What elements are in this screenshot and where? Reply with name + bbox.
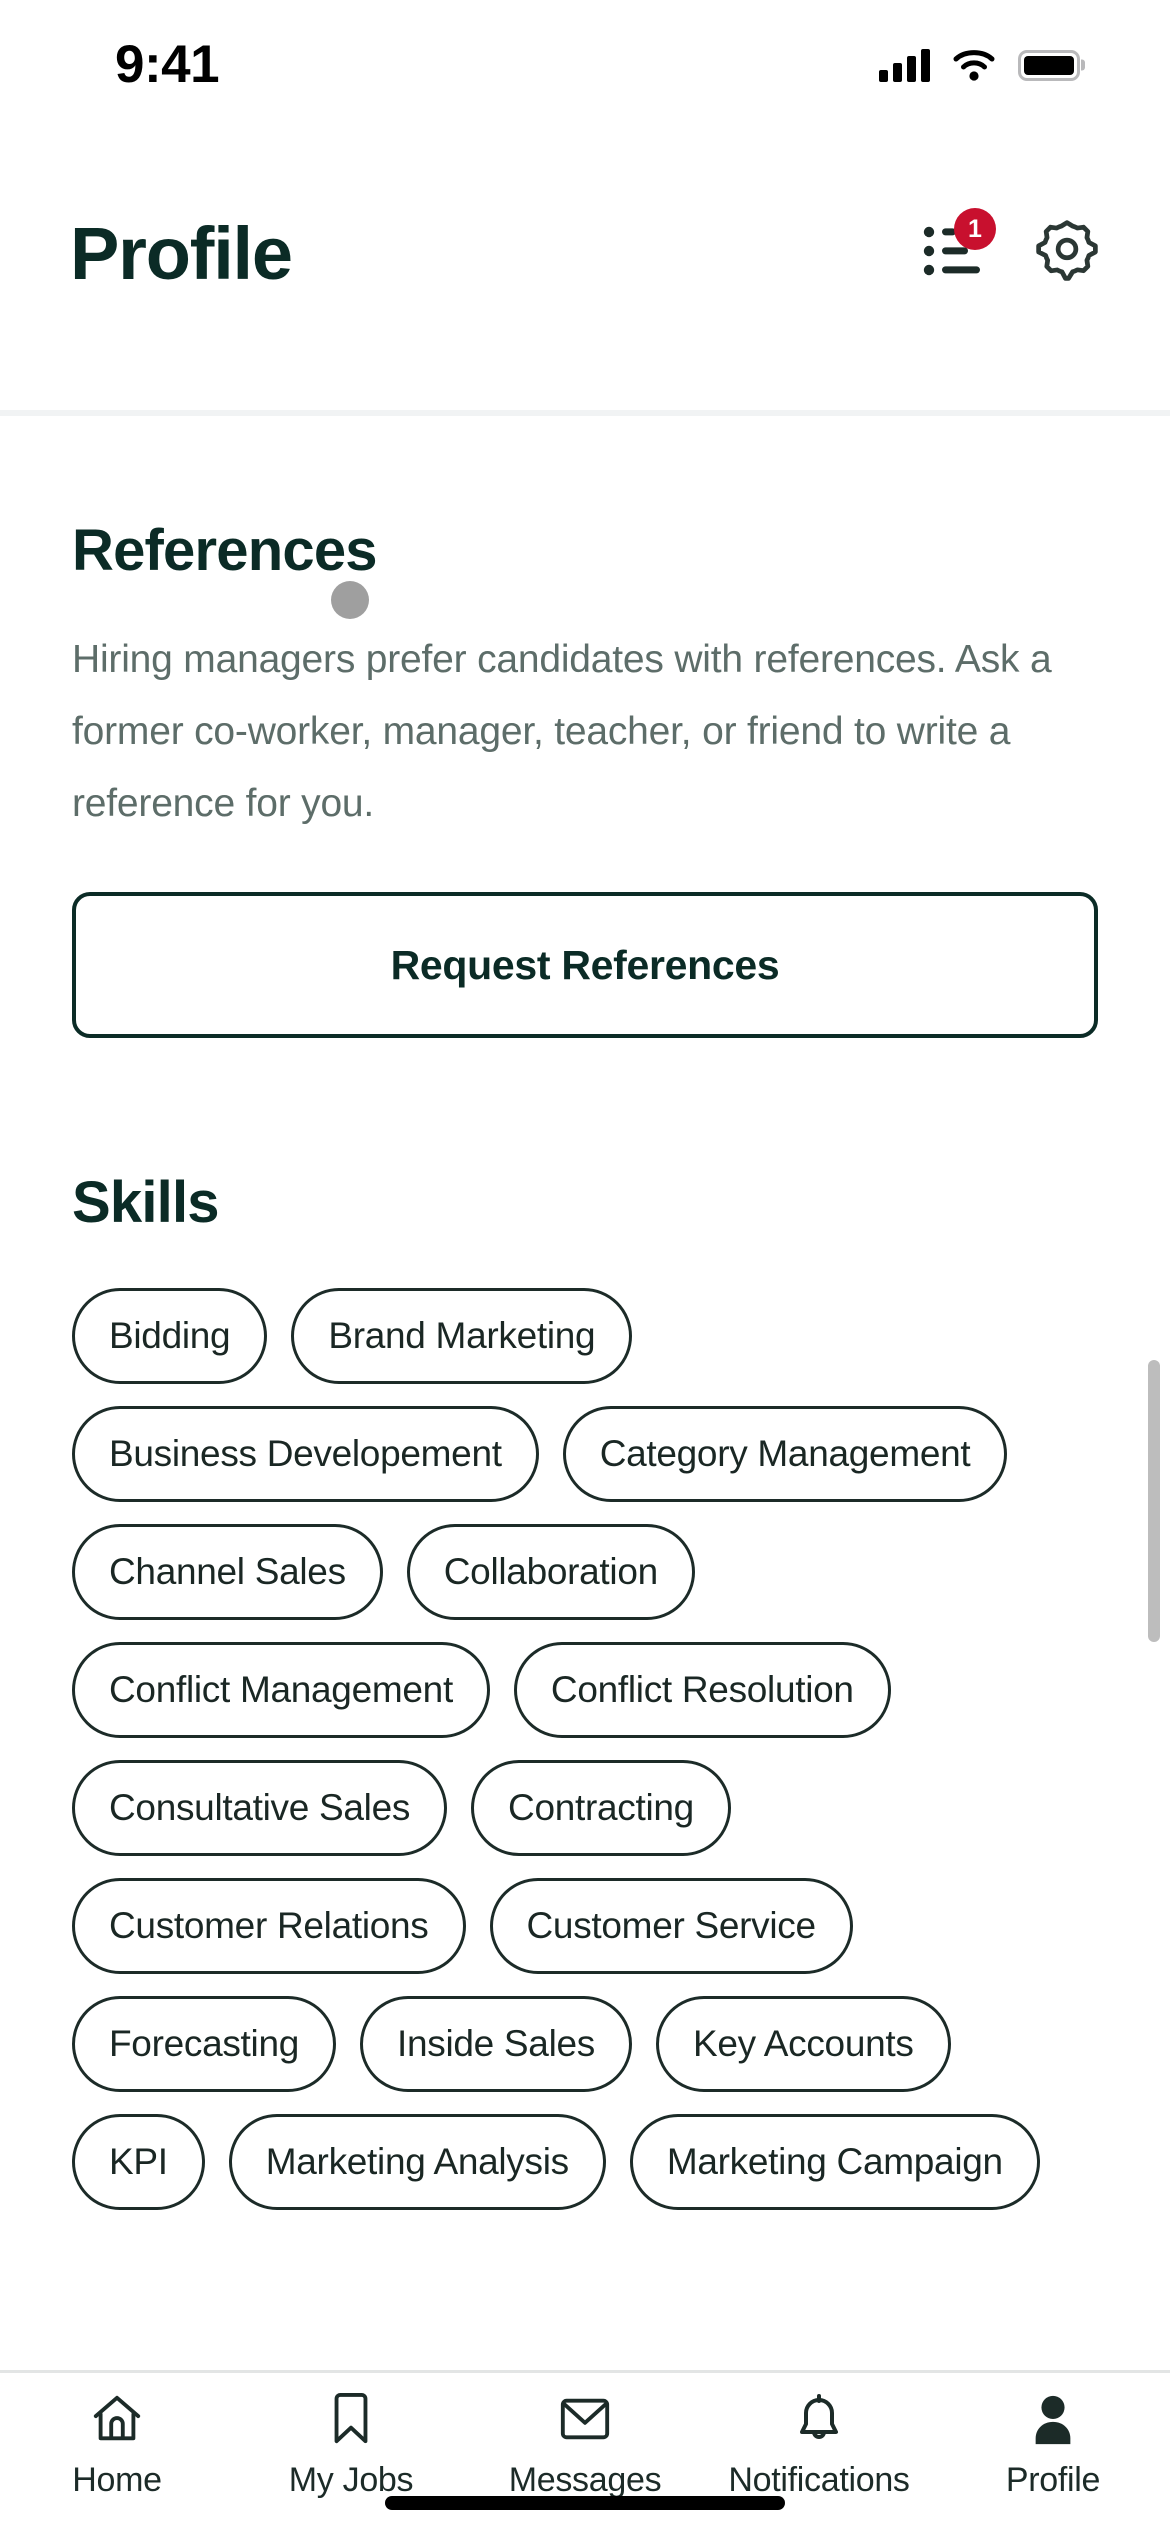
skills-section-title: Skills xyxy=(72,1170,220,1235)
skill-chip[interactable]: Business Developement xyxy=(72,1406,539,1502)
person-icon xyxy=(1025,2391,1081,2447)
profile-screen: 9:41 Profile 1 References Hiring manager… xyxy=(0,0,1170,2532)
skill-chip[interactable]: Customer Relations xyxy=(72,1878,466,1974)
skill-chip[interactable]: Conflict Management xyxy=(72,1642,490,1738)
settings-button[interactable] xyxy=(1034,218,1100,284)
tab-label: Home xyxy=(72,2461,162,2499)
skill-chip[interactable]: Brand Marketing xyxy=(291,1288,633,1384)
tab-label: Profile xyxy=(1005,2461,1101,2499)
skill-chip[interactable]: Category Management xyxy=(562,1406,1008,1502)
gear-icon xyxy=(1036,220,1098,281)
battery-full-icon xyxy=(1018,49,1080,81)
envelope-icon xyxy=(557,2391,613,2447)
skill-chip[interactable]: Marketing Campaign xyxy=(629,2114,1040,2210)
nav-actions: 1 xyxy=(920,208,1100,312)
wifi-icon xyxy=(953,50,995,81)
profile-content: References Hiring managers prefer candid… xyxy=(0,416,1170,2370)
skill-chip[interactable]: Contracting xyxy=(471,1760,731,1856)
cellular-bars-icon xyxy=(879,48,930,82)
skill-chip[interactable]: Collaboration xyxy=(406,1524,695,1620)
tab-my-jobs[interactable]: My Jobs xyxy=(234,2391,468,2500)
request-references-button[interactable]: Request References xyxy=(72,892,1098,1038)
tab-notifications[interactable]: Notifications xyxy=(702,2391,936,2500)
tab-label: Notifications xyxy=(728,2461,910,2499)
skill-chip[interactable]: Key Accounts xyxy=(655,1996,951,2092)
vertical-scrollbar[interactable] xyxy=(1148,1360,1160,1642)
skill-chip[interactable]: KPI xyxy=(72,2114,205,2210)
tab-home[interactable]: Home xyxy=(0,2391,234,2500)
bookmark-icon xyxy=(323,2391,379,2447)
skill-chip[interactable]: Customer Service xyxy=(489,1878,853,1974)
references-section-title: References xyxy=(72,518,378,583)
home-icon xyxy=(89,2391,145,2447)
tab-label: My Jobs xyxy=(288,2461,414,2499)
skill-chip[interactable]: Channel Sales xyxy=(72,1524,383,1620)
skill-chip[interactable]: Conflict Resolution xyxy=(513,1642,891,1738)
page-title: Profile xyxy=(70,212,293,295)
skill-chip[interactable]: Inside Sales xyxy=(360,1996,632,2092)
skill-chip[interactable]: Consultative Sales xyxy=(72,1760,448,1856)
tab-label: Messages xyxy=(508,2461,662,2499)
checklist-badge: 1 xyxy=(954,208,996,250)
bell-icon xyxy=(791,2391,847,2447)
skill-chip[interactable]: Bidding xyxy=(72,1288,268,1384)
status-indicators xyxy=(879,48,1080,82)
checklist-button[interactable]: 1 xyxy=(920,208,996,284)
skill-chip[interactable]: Forecasting xyxy=(72,1996,337,2092)
skill-chip[interactable]: Marketing Analysis xyxy=(228,2114,606,2210)
nav-header: Profile 1 xyxy=(0,120,1170,410)
status-bar: 9:41 xyxy=(0,0,1170,120)
references-description: Hiring managers prefer candidates with r… xyxy=(72,638,1052,825)
status-time: 9:41 xyxy=(115,34,220,94)
tab-profile[interactable]: Profile xyxy=(936,2391,1170,2500)
home-indicator xyxy=(385,2496,785,2510)
tab-messages[interactable]: Messages xyxy=(468,2391,702,2500)
skills-chip-list: Bidding Brand Marketing Business Developem… xyxy=(72,1288,1098,2210)
